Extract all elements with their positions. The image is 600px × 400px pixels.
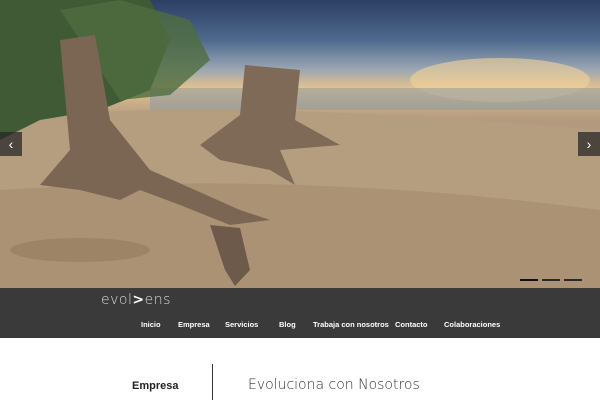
logo-mark: >	[132, 292, 145, 308]
nav-item-trabaja-con-nosotros[interactable]: Trabaja con nosotros	[313, 320, 395, 329]
nav-item-colaboraciones[interactable]: Colaboraciones	[444, 320, 514, 329]
nav-item-contacto[interactable]: Contacto	[395, 320, 444, 329]
chevron-left-icon: ‹	[8, 136, 14, 152]
sidebar-title: Empresa	[132, 380, 179, 392]
slider-dot[interactable]	[564, 279, 582, 281]
hero-slider: ‹ ›	[0, 0, 600, 288]
slider-next-button[interactable]: ›	[578, 132, 600, 156]
nav-item-inicio[interactable]: Inicio	[141, 320, 178, 329]
slider-dot[interactable]	[520, 279, 538, 281]
nav-item-servicios[interactable]: Servicios	[225, 320, 279, 329]
site-logo[interactable]: evol>ens	[101, 292, 171, 308]
page-title: Evoluciona con Nosotros	[248, 377, 420, 393]
nav-item-empresa[interactable]: Empresa	[178, 320, 225, 329]
logo-suffix: ens	[144, 292, 171, 308]
chevron-right-icon: ›	[586, 136, 592, 152]
main-navbar: evol>ens Inicio Empresa Servicios Blog T…	[0, 288, 600, 338]
content-divider	[212, 364, 213, 400]
main-menu: Inicio Empresa Servicios Blog Trabaja co…	[141, 320, 514, 329]
nav-item-blog[interactable]: Blog	[279, 320, 313, 329]
logo-prefix: evol	[101, 292, 133, 308]
slider-dot[interactable]	[542, 279, 560, 281]
slider-prev-button[interactable]: ‹	[0, 132, 22, 156]
hero-image	[0, 0, 600, 288]
slider-pagination	[520, 279, 582, 281]
